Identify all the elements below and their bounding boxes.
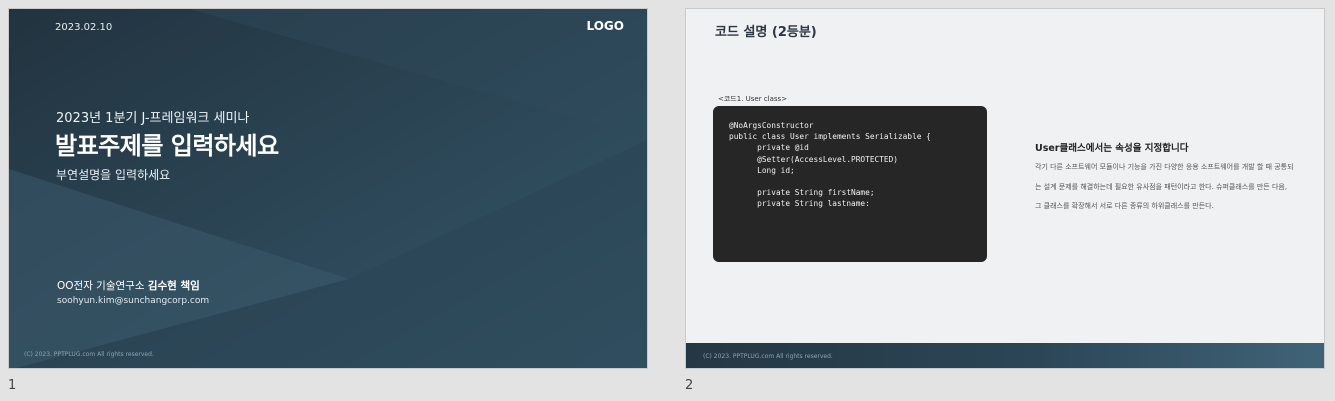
author-name: 김수현 책임 [147, 280, 200, 292]
code-line: private @id [729, 143, 809, 153]
slide-description: 부연설명을 입력하세요 [56, 168, 171, 182]
code-block: @NoArgsConstructor public class User imp… [713, 106, 987, 262]
logo: LOGO [586, 19, 624, 33]
code-line: @Setter(AccessLevel.PROTECTED) [729, 154, 898, 164]
slide-number-1: 1 [8, 378, 17, 393]
slide-thumbnail-1[interactable]: 2023.02.10 LOGO 2023년 1분기 J-프레임워크 세미나 발표… [8, 8, 648, 369]
author-email: soohyun.kim@sunchangcorp.com [57, 296, 210, 306]
code-line: Long id; [729, 165, 795, 175]
explanation-body: 각기 다른 소프트웨어 모듈이나 기능을 가진 다양한 응용 소프트웨어를 개발… [1035, 163, 1294, 210]
copyright: (C) 2023. PPTPLUG.com All rights reserve… [24, 351, 154, 358]
copyright: (C) 2023. PPTPLUG.com All rights reserve… [703, 353, 833, 360]
slide-background [9, 9, 647, 368]
author-org: OO전자 기술연구소 [57, 280, 148, 292]
slide-subtitle: 2023년 1분기 J-프레임워크 세미나 [56, 111, 250, 126]
slide-title: 발표주제를 입력하세요 [55, 132, 279, 160]
code-line: @NoArgsConstructor [729, 121, 814, 130]
slide-number-2: 2 [685, 378, 694, 393]
code-line: public class User implements Serializabl… [729, 132, 931, 142]
explanation-title: User클래스에서는 속성을 지정합니다 [1035, 143, 1189, 154]
code-line: private String lastname: [729, 199, 870, 209]
slide-footer-bar: (C) 2023. PPTPLUG.com All rights reserve… [686, 343, 1324, 368]
author-line: OO전자 기술연구소 김수현 책임 [57, 278, 200, 293]
slide-heading: 코드 설명 (2등분) [715, 25, 817, 40]
slide-date: 2023.02.10 [55, 22, 113, 33]
code-line: private String firstName; [729, 188, 875, 198]
code-caption: <코드1. User class> [718, 95, 788, 103]
slide-thumbnail-2[interactable]: 코드 설명 (2등분) <코드1. User class> @NoArgsCon… [685, 8, 1325, 369]
